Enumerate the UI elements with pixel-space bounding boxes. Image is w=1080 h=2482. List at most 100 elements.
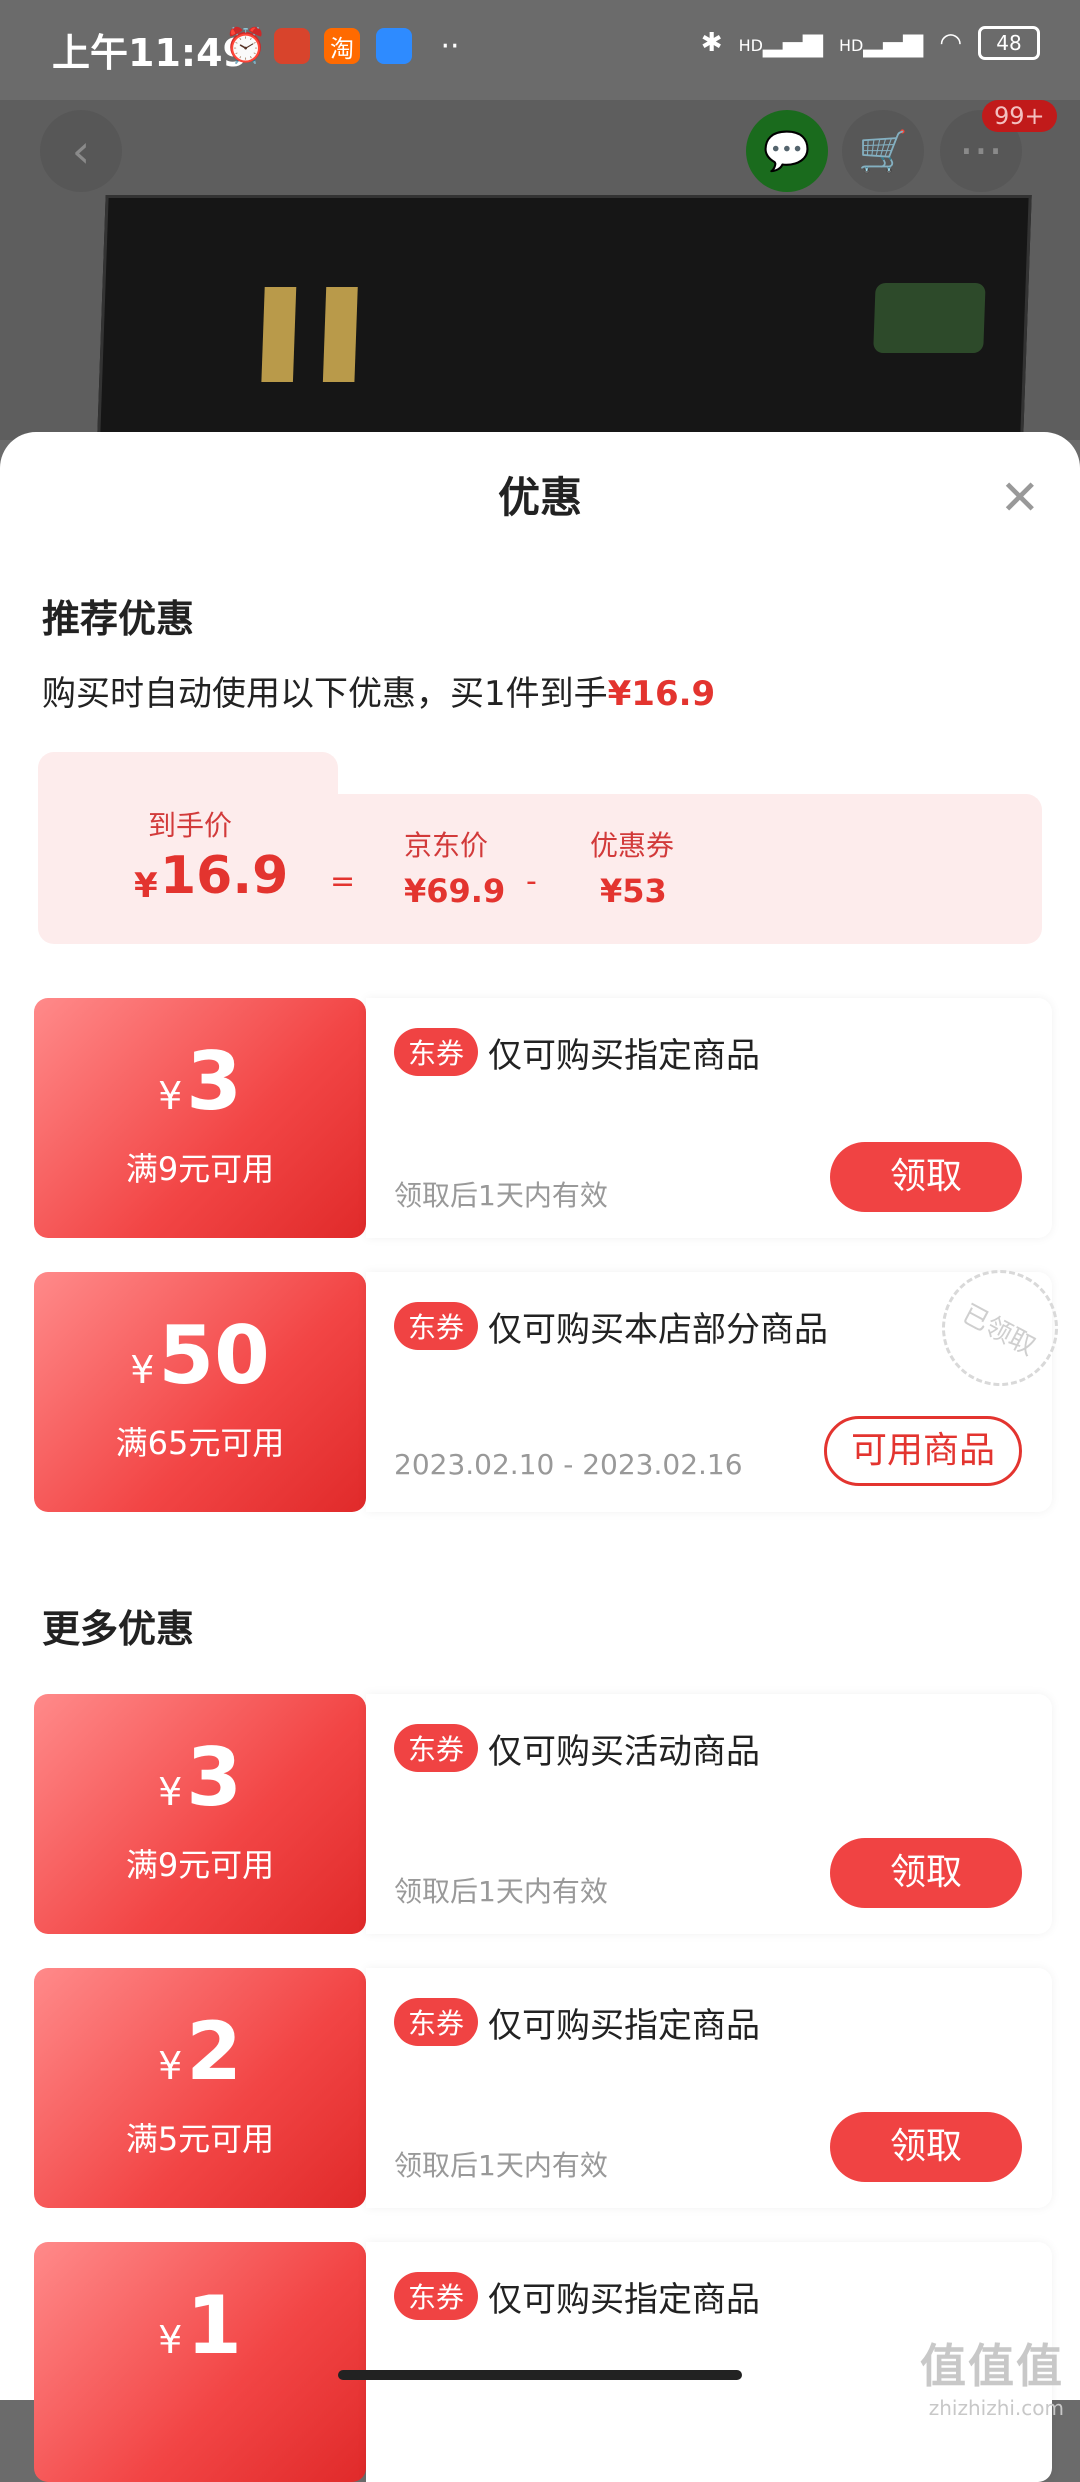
wechat-share-button[interactable]: 💬 — [746, 110, 828, 192]
hd-label-1: HD — [738, 36, 763, 55]
ellipsis-icon: ··· — [959, 124, 1003, 178]
sheet-title: 优惠 — [497, 473, 582, 522]
signal-icon-1: HD▂▄▆ — [738, 28, 823, 58]
summary-body: 到手价 ¥ 16.9 = 京东价 ¥69.9 - 优惠券 ¥53 — [38, 794, 1042, 944]
more-section-title: 更多优惠 — [42, 1607, 195, 1651]
more-badge: 99+ — [982, 100, 1057, 132]
claimed-stamp: 已领取 — [921, 1249, 1079, 1407]
claim-button[interactable]: 领取 — [830, 1838, 1022, 1908]
status-right: ✱ HD▂▄▆ HD▂▄▆ ◠ 48 — [701, 26, 1040, 60]
coupon-value: ¥53 — [600, 872, 667, 910]
coupon-validity: 领取后1天内有效 — [394, 1875, 608, 1908]
coupon-card: ¥50 满65元可用 东券 仅可购买本店部分商品 2023.02.10 - 20… — [34, 1249, 1079, 1512]
wifi-icon: ◠ — [939, 28, 962, 58]
close-icon: ✕ — [999, 470, 1040, 526]
claim-button[interactable]: 领取 — [830, 2112, 1022, 2182]
coupon-card: ¥3 满9元可用 东券 仅可购买活动商品 领取后1天内有效 领取 — [34, 1694, 1054, 1934]
close-button[interactable]: ✕ — [1000, 474, 1040, 522]
recommend-description: 购买时自动使用以下优惠，买1件到手¥16.9 — [42, 666, 715, 715]
back-button[interactable]: ‹ — [40, 110, 122, 192]
watermark-main: 值值值 — [920, 2339, 1064, 2393]
jd-price-value: ¥69.9 — [404, 872, 506, 910]
product-box-label — [873, 283, 986, 353]
coupon-condition: 满5元可用 — [125, 2120, 275, 2158]
coupon-value: 3 — [186, 1035, 242, 1128]
equals-sign: = — [330, 864, 356, 899]
coupon-value: 2 — [186, 2005, 242, 2098]
coupon-tag: 东券 — [394, 1724, 479, 1772]
watermark: 值值值 zhizhizhi.com — [920, 2330, 1064, 2420]
coupon-tag: 东券 — [394, 2272, 479, 2320]
final-price-yen: ¥ — [134, 866, 158, 906]
coupon-amount: ¥3 — [34, 1042, 366, 1122]
coupon-tag: 东券 — [394, 1302, 479, 1350]
alarm-icon: ⏰ — [224, 26, 268, 66]
more-notifications-icon: ·· — [440, 28, 460, 64]
coupon-validity: 领取后1天内有效 — [394, 2149, 608, 2182]
taobao-icon: 淘 — [324, 28, 360, 64]
coupon-desc: 仅可购买活动商品 — [488, 1732, 760, 1772]
battery-icon: 48 — [978, 26, 1040, 60]
jd-price-label: 京东价 — [404, 829, 489, 862]
status-time: 上午11:49 — [52, 31, 249, 75]
coupon-amount-block: ¥2 满5元可用 — [34, 1968, 366, 2208]
coupon-amount: ¥3 — [34, 1738, 366, 1818]
final-price-label: 到手价 — [148, 809, 233, 842]
browser-app-icon — [376, 28, 412, 64]
coupon-card: ¥2 满5元可用 东券 仅可购买指定商品 领取后1天内有效 领取 — [34, 1968, 1054, 2208]
coupon-yen: ¥ — [130, 1348, 155, 1392]
chevron-left-icon: ‹ — [71, 124, 91, 178]
coupon-amount: ¥50 — [34, 1316, 366, 1396]
final-price-value: 16.9 — [160, 846, 289, 906]
coupon-value: 50 — [158, 1309, 270, 1402]
coupon-tag: 东券 — [394, 1028, 479, 1076]
coupon-info: 东券 仅可购买指定商品 领取后1天内有效 领取 — [366, 998, 1052, 1238]
coupon-value: 1 — [186, 2279, 242, 2372]
bluetooth-icon: ✱ — [700, 28, 723, 58]
status-bar: 上午11:49 ⏰ 淘 ·· ✱ HD▂▄▆ HD▂▄▆ ◠ 48 — [0, 0, 1080, 100]
product-box-decoration: ▌▌ — [262, 288, 389, 381]
coupon-amount-block: ¥1 — [34, 2242, 366, 2482]
cart-button[interactable]: 🛒 — [842, 110, 924, 192]
bank-app-icon — [274, 28, 310, 64]
coupon-yen: ¥ — [158, 2044, 183, 2088]
signal-icon-2: HD▂▄▆ — [838, 28, 924, 58]
hd-label-2: HD — [838, 36, 864, 55]
price-summary-card: 到手价 ¥ 16.9 = 京东价 ¥69.9 - 优惠券 ¥53 — [38, 752, 1042, 944]
coupon-desc: 仅可购买本店部分商品 — [488, 1310, 828, 1350]
discount-sheet: 优惠 ✕ 推荐优惠 购买时自动使用以下优惠，买1件到手¥16.9 到手价 ¥ 1… — [0, 432, 1080, 2482]
coupon-card: ¥3 满9元可用 东券 仅可购买指定商品 领取后1天内有效 领取 — [34, 998, 1054, 1238]
coupon-desc: 仅可购买指定商品 — [488, 1036, 760, 1076]
coupon-desc: 仅可购买指定商品 — [488, 2006, 760, 2046]
coupon-amount-block: ¥50 满65元可用 — [34, 1272, 366, 1512]
recommend-section-title: 推荐优惠 — [42, 597, 195, 641]
coupon-amount-block: ¥3 满9元可用 — [34, 1694, 366, 1934]
coupon-condition: 满9元可用 — [125, 1150, 275, 1188]
claim-button[interactable]: 领取 — [830, 1142, 1022, 1212]
description-price: ¥16.9 — [607, 674, 716, 714]
coupon-label: 优惠券 — [590, 829, 675, 862]
coupon-amount-block: ¥3 满9元可用 — [34, 998, 366, 1238]
coupon-info: 东券 仅可购买活动商品 领取后1天内有效 领取 — [366, 1694, 1052, 1934]
coupon-yen: ¥ — [158, 1074, 183, 1118]
coupon-condition: 满65元可用 — [115, 1424, 285, 1462]
home-indicator[interactable] — [338, 2370, 742, 2380]
coupon-condition: 满9元可用 — [125, 1846, 275, 1884]
coupon-validity: 领取后1天内有效 — [394, 1179, 608, 1212]
coupon-info: 东券 仅可购买本店部分商品 2023.02.10 - 2023.02.16 可用… — [366, 1249, 1079, 1512]
description-text: 购买时自动使用以下优惠，买1件到手 — [42, 674, 608, 714]
coupon-tag: 东券 — [394, 1998, 479, 2046]
coupon-validity: 2023.02.10 - 2023.02.16 — [394, 1448, 743, 1481]
coupon-desc: 仅可购买指定商品 — [488, 2280, 760, 2320]
minus-sign: - — [526, 864, 537, 899]
coupon-yen: ¥ — [158, 2318, 183, 2362]
coupon-yen: ¥ — [158, 1770, 183, 1814]
coupon-value: 3 — [186, 1731, 242, 1824]
product-box-illustration: ▌▌ — [94, 195, 1032, 440]
wechat-icon: 💬 — [763, 128, 811, 173]
coupon-amount: ¥2 — [34, 2012, 366, 2092]
coupon-info: 东券 仅可购买指定商品 领取后1天内有效 领取 — [366, 1968, 1052, 2208]
coupon-card: ¥1 东券 仅可购买指定商品 — [34, 2242, 1054, 2482]
eligible-products-button[interactable]: 可用商品 — [824, 1416, 1022, 1486]
coupon-amount: ¥1 — [34, 2286, 366, 2366]
